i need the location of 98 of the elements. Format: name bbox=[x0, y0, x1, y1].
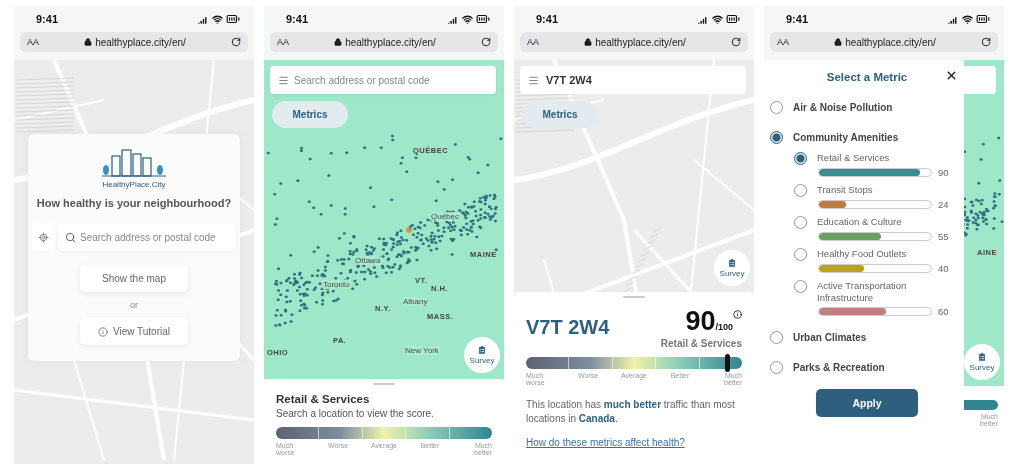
clipboard-icon bbox=[977, 352, 987, 362]
sheet-handle[interactable] bbox=[623, 296, 645, 298]
text-size-label[interactable]: AA bbox=[527, 37, 539, 47]
score-value: 40 bbox=[938, 263, 949, 274]
text-size-label[interactable]: AA bbox=[277, 37, 289, 47]
question-heading: How healthy is your neighbourhood? bbox=[36, 197, 232, 209]
metric-option[interactable]: Education & Culture bbox=[794, 216, 964, 229]
crosshair-icon bbox=[37, 231, 49, 243]
survey-button[interactable]: Survey bbox=[964, 344, 1000, 380]
map-label: Québec bbox=[430, 212, 461, 221]
reload-icon[interactable] bbox=[981, 37, 991, 47]
battery-icon bbox=[226, 12, 240, 26]
score-value: 90 bbox=[685, 306, 716, 337]
battery-icon bbox=[976, 12, 990, 26]
clipboard-icon bbox=[727, 258, 737, 268]
text-size-label[interactable]: AA bbox=[777, 37, 789, 47]
score-value: 24 bbox=[938, 199, 949, 210]
logo-text: HealthyPlace.City bbox=[102, 180, 166, 189]
menu-icon[interactable] bbox=[528, 74, 539, 86]
lock-icon bbox=[84, 38, 93, 46]
radio-button[interactable] bbox=[794, 280, 807, 293]
search-field[interactable] bbox=[962, 66, 996, 94]
radio-button[interactable] bbox=[770, 130, 783, 144]
postal-code-heading: V7T 2W4 bbox=[526, 316, 610, 339]
address-bar[interactable]: AA healthyplace.city/en/ bbox=[270, 32, 498, 52]
status-time: 9:41 bbox=[786, 13, 809, 25]
survey-button[interactable]: Survey bbox=[464, 337, 500, 373]
sheet-subtitle: Search a location to view the score. bbox=[276, 408, 435, 419]
info-icon[interactable] bbox=[733, 310, 742, 319]
battery-icon bbox=[476, 12, 490, 26]
metrics-button[interactable]: Metrics bbox=[272, 101, 348, 128]
apply-button[interactable]: Apply bbox=[816, 388, 918, 417]
text-size-label[interactable]: AA bbox=[27, 37, 39, 47]
wifi-icon bbox=[212, 13, 223, 25]
lock-icon bbox=[584, 38, 593, 46]
lock-icon bbox=[334, 38, 343, 46]
locate-button[interactable] bbox=[32, 223, 54, 251]
score-max: /100 bbox=[715, 322, 733, 332]
show-map-button[interactable]: Show the map bbox=[80, 265, 188, 292]
metric-option[interactable]: Active Transportation Infrastructure bbox=[794, 280, 964, 304]
metric-option[interactable]: Retail & Services bbox=[794, 152, 964, 165]
metric-category[interactable]: Community Amenities bbox=[770, 122, 964, 152]
metric-option[interactable]: Healthy Food Outlets bbox=[794, 248, 964, 261]
address-bar[interactable]: AA healthyplace.city/en/ bbox=[770, 32, 998, 52]
clipboard-icon bbox=[477, 345, 487, 355]
status-time: 9:41 bbox=[536, 13, 559, 25]
survey-button[interactable]: Survey bbox=[714, 250, 750, 286]
url-text: healthyplace.city/en/ bbox=[345, 36, 436, 48]
wifi-icon bbox=[962, 13, 973, 25]
lock-icon bbox=[834, 38, 843, 46]
score-scale-bar bbox=[964, 400, 998, 410]
info-icon bbox=[97, 326, 108, 337]
search-field[interactable]: Search address or postal code bbox=[58, 223, 236, 251]
status-time: 9:41 bbox=[286, 13, 309, 25]
reload-icon[interactable] bbox=[481, 37, 491, 47]
address-bar[interactable]: AA healthyplace.city/en/ bbox=[520, 32, 748, 52]
map-label: New York bbox=[404, 346, 440, 355]
score-value: 55 bbox=[938, 231, 949, 242]
score-value: 60 bbox=[938, 305, 949, 317]
metric-name: Retail & Services bbox=[660, 338, 742, 349]
score-value: 90 bbox=[938, 167, 949, 178]
radio-button[interactable] bbox=[770, 361, 783, 375]
radio-button[interactable] bbox=[794, 216, 807, 229]
sheet-title: Retail & Services bbox=[276, 393, 371, 405]
metric-category[interactable]: Parks & Recreation bbox=[770, 352, 964, 383]
metric-category[interactable]: Air & Noise Pollution bbox=[770, 92, 964, 122]
search-field[interactable]: V7T 2W4 bbox=[520, 66, 746, 94]
menu-icon[interactable] bbox=[278, 75, 289, 86]
address-bar[interactable]: AA healthyplace.city/en/ bbox=[20, 32, 248, 52]
metrics-button[interactable]: Metrics bbox=[522, 101, 598, 128]
reload-icon[interactable] bbox=[231, 37, 241, 47]
search-icon bbox=[65, 232, 76, 243]
sheet-handle[interactable] bbox=[373, 383, 395, 385]
url-text: healthyplace.city/en/ bbox=[845, 36, 936, 48]
wifi-icon bbox=[462, 13, 473, 25]
radio-button[interactable] bbox=[794, 248, 807, 261]
tutorial-button[interactable]: View Tutorial bbox=[80, 318, 188, 345]
metric-option[interactable]: Transit Stops bbox=[794, 184, 964, 197]
search-field[interactable]: Search address or postal code bbox=[270, 66, 496, 94]
wifi-icon bbox=[712, 13, 723, 25]
url-text: healthyplace.city/en/ bbox=[95, 36, 186, 48]
health-info-link[interactable]: How do these metrics affect health? bbox=[526, 437, 742, 448]
radio-button[interactable] bbox=[770, 100, 783, 114]
panel-title: Select a Metric bbox=[826, 71, 908, 83]
map-label: Toronto bbox=[322, 280, 351, 289]
map-label: Ottawa bbox=[354, 256, 382, 265]
battery-icon bbox=[726, 12, 740, 26]
status-time: 9:41 bbox=[36, 13, 59, 25]
radio-button[interactable] bbox=[770, 331, 783, 345]
score-description: This location has much better traffic than most locations in Canada. bbox=[526, 398, 736, 425]
metric-category[interactable]: Urban Climates bbox=[770, 322, 964, 353]
radio-button[interactable] bbox=[794, 152, 807, 165]
or-separator: or bbox=[130, 300, 138, 310]
close-button[interactable] bbox=[945, 69, 958, 82]
reload-icon[interactable] bbox=[731, 37, 741, 47]
radio-button[interactable] bbox=[794, 184, 807, 197]
map-label: Albany bbox=[402, 297, 429, 306]
url-text: healthyplace.city/en/ bbox=[595, 36, 686, 48]
